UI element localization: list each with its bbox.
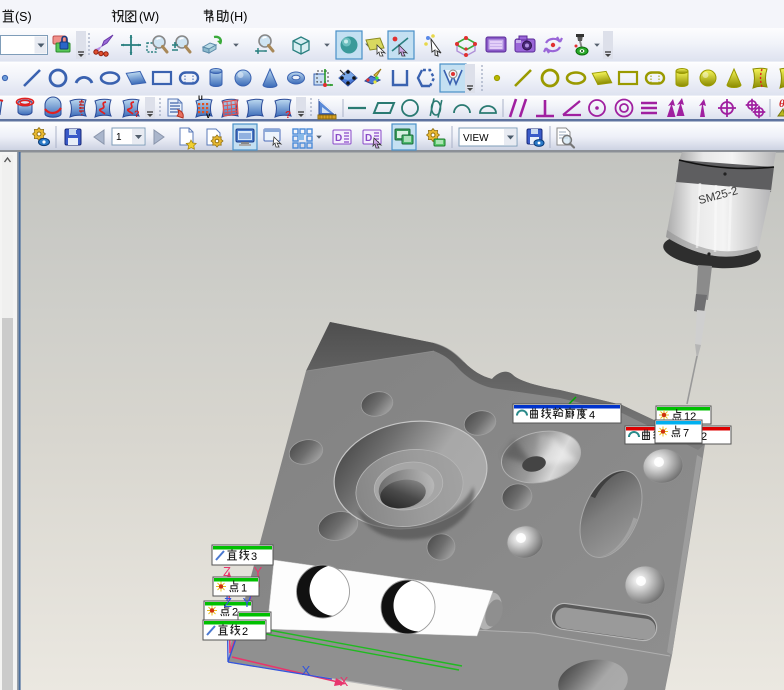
svg-text:(H): (H) [230,10,247,24]
svg-text:VIEW: VIEW [463,133,489,144]
svg-text:?: ? [134,109,140,119]
svg-text:1: 1 [241,583,247,595]
svg-text:Z: Z [224,595,232,610]
svg-text:2: 2 [242,626,248,638]
svg-text:(S): (S) [15,10,32,24]
svg-text:2: 2 [232,607,238,619]
svg-text:u: u [198,93,203,102]
svg-text:7: 7 [683,428,689,440]
svg-text:1: 1 [116,132,122,143]
svg-text:X: X [302,663,311,678]
svg-text:4: 4 [589,410,595,422]
svg-text:(W): (W) [139,10,159,24]
svg-text:Y: Y [243,595,252,610]
svg-text:D: D [335,133,342,144]
svg-text:X: X [340,674,349,689]
svg-text:D: D [365,133,372,144]
svg-text:?: ? [285,110,291,121]
svg-text:3: 3 [251,551,257,563]
